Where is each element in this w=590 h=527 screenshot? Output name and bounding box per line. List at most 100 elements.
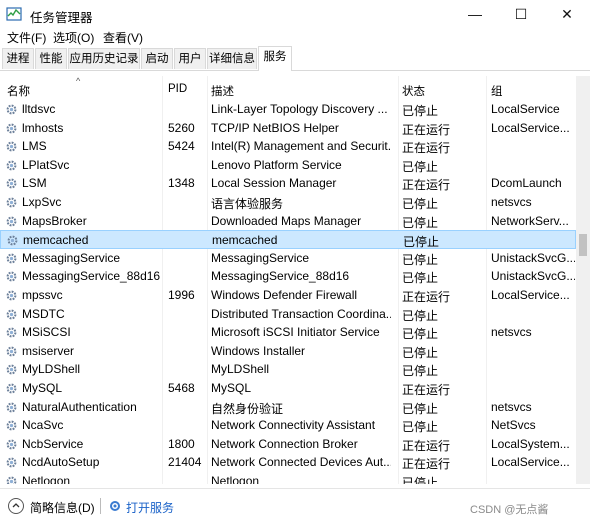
chevron-up-icon[interactable] bbox=[8, 498, 24, 514]
service-gear-icon bbox=[6, 104, 17, 115]
service-description: Intel(R) Management and Securit... bbox=[211, 139, 391, 154]
service-name: msiserver bbox=[22, 343, 75, 358]
service-name: NcaSvc bbox=[22, 418, 64, 433]
service-group: netsvcs bbox=[491, 195, 532, 209]
table-row[interactable]: Netlogon Netlogon 已停止 bbox=[0, 472, 576, 484]
close-button[interactable]: ✕ bbox=[544, 0, 590, 28]
service-gear-icon bbox=[6, 123, 17, 134]
window-title: 任务管理器 bbox=[30, 11, 93, 25]
service-status: 正在运行 bbox=[402, 141, 451, 156]
service-name: LMS bbox=[22, 139, 47, 154]
column-header-pid[interactable]: PID bbox=[168, 83, 187, 95]
services-table: ^ 名称 PID 描述 状态 组 lltdsvc Link-Layer Topol… bbox=[0, 76, 590, 484]
menu-view[interactable]: 查看(V) bbox=[103, 29, 143, 46]
table-row[interactable]: NcaSvc Network Connectivity Assistant 已停止 N… bbox=[0, 416, 576, 435]
service-gear-icon bbox=[6, 141, 17, 152]
service-status: 已停止 bbox=[402, 420, 439, 435]
table-row[interactable]: NaturalAuthentication 自然身份验证 已停止 netsvcs bbox=[0, 398, 576, 417]
service-description: Windows Installer bbox=[211, 343, 306, 358]
minimize-button[interactable]: — bbox=[452, 0, 498, 28]
service-gear-icon bbox=[7, 235, 18, 246]
table-row[interactable]: lmhosts 5260 TCP/IP NetBIOS Helper 正在运行 Loca… bbox=[0, 119, 576, 138]
service-status: 已停止 bbox=[402, 327, 439, 342]
service-gear-icon bbox=[6, 439, 17, 450]
service-name: lmhosts bbox=[22, 120, 64, 135]
menu-file[interactable]: 文件(F) bbox=[7, 29, 46, 46]
service-name: MyLDShell bbox=[22, 362, 81, 377]
service-gear-icon bbox=[6, 327, 17, 338]
table-row[interactable]: NcbService 1800 Network Connection Broker 正… bbox=[0, 435, 576, 454]
service-status: 已停止 bbox=[403, 235, 440, 250]
brief-info-link[interactable]: 简略信息(D) bbox=[30, 499, 95, 516]
service-gear-icon bbox=[6, 476, 17, 484]
service-status: 已停止 bbox=[402, 345, 439, 360]
service-group: NetSvcs bbox=[491, 418, 536, 433]
vertical-scrollbar[interactable] bbox=[576, 76, 590, 484]
service-gear-icon bbox=[6, 383, 17, 394]
tab-app-history[interactable]: 应用历史记录 bbox=[68, 48, 140, 69]
column-header-group[interactable]: 组 bbox=[491, 83, 503, 99]
tab-processes[interactable]: 进程 bbox=[2, 48, 34, 69]
service-gear-icon bbox=[6, 309, 17, 320]
service-gear-icon bbox=[6, 160, 17, 171]
service-status: 已停止 bbox=[402, 159, 439, 174]
table-row[interactable]: memcached memcached 已停止 bbox=[0, 230, 576, 249]
services-gear-icon bbox=[110, 501, 120, 511]
menu-options[interactable]: 选项(O) bbox=[53, 29, 94, 46]
service-status: 已停止 bbox=[402, 215, 439, 230]
tab-startup[interactable]: 启动 bbox=[141, 48, 173, 69]
table-row[interactable]: MyLDShell MyLDShell 已停止 bbox=[0, 360, 576, 379]
tab-details[interactable]: 详细信息 bbox=[207, 48, 257, 69]
service-status: 已停止 bbox=[402, 252, 439, 267]
service-status: 已停止 bbox=[402, 364, 439, 379]
table-row[interactable]: LPlatSvc Lenovo Platform Service 已停止 bbox=[0, 156, 576, 175]
service-status: 已停止 bbox=[402, 197, 439, 211]
table-row[interactable]: msiserver Windows Installer 已停止 bbox=[0, 342, 576, 361]
service-name: MapsBroker bbox=[22, 213, 87, 228]
service-name: MSiSCSI bbox=[22, 325, 71, 340]
table-row[interactable]: mpssvc 1996 Windows Defender Firewall 正在运行 L… bbox=[0, 286, 576, 305]
service-name: NcdAutoSetup bbox=[22, 455, 100, 470]
table-row[interactable]: MySQL 5468 MySQL 正在运行 bbox=[0, 379, 576, 398]
table-row[interactable]: lltdsvc Link-Layer Topology Discovery ...… bbox=[0, 100, 576, 119]
column-header-name[interactable]: 名称 bbox=[7, 83, 30, 99]
tab-performance[interactable]: 性能 bbox=[35, 48, 67, 69]
table-row[interactable]: MessagingService MessagingService 已停止 Unist… bbox=[0, 249, 576, 268]
service-description: Network Connectivity Assistant bbox=[211, 418, 376, 433]
tab-users[interactable]: 用户 bbox=[174, 48, 206, 69]
service-description: Network Connection Broker bbox=[211, 436, 358, 451]
column-header-description[interactable]: 描述 bbox=[211, 83, 234, 99]
footer-divider bbox=[100, 498, 101, 514]
table-row[interactable]: MessagingService_88d16 MessagingService_8… bbox=[0, 267, 576, 286]
table-row[interactable]: MSiSCSI Microsoft iSCSI Initiator Service… bbox=[0, 323, 576, 342]
service-status: 正在运行 bbox=[402, 290, 451, 304]
service-description: Netlogon bbox=[211, 474, 260, 484]
service-gear-icon bbox=[6, 253, 17, 264]
table-row[interactable]: LMS 5424 Intel(R) Management and Securit..… bbox=[0, 137, 576, 156]
service-description: MessagingService_88d16 bbox=[211, 269, 350, 284]
service-pid: 1800 bbox=[168, 436, 195, 451]
service-pid: 1996 bbox=[168, 288, 195, 302]
maximize-button[interactable]: ☐ bbox=[498, 0, 544, 28]
column-header-status[interactable]: 状态 bbox=[402, 83, 425, 99]
table-row[interactable]: LSM 1348 Local Session Manager 正在运行 DcomLaun… bbox=[0, 174, 576, 193]
service-description: Network Connected Devices Aut... bbox=[211, 455, 391, 470]
service-status: 已停止 bbox=[402, 476, 439, 484]
table-row[interactable]: MSDTC Distributed Transaction Coordina...… bbox=[0, 305, 576, 324]
open-services-link[interactable]: 打开服务 bbox=[126, 499, 174, 516]
service-name: LPlatSvc bbox=[22, 157, 70, 172]
table-row[interactable]: NcdAutoSetup 21404 Network Connected Devic… bbox=[0, 453, 576, 472]
service-group: LocalSystem... bbox=[491, 436, 570, 451]
tab-services[interactable]: 服务 bbox=[258, 46, 292, 71]
watermark-text: CSDN @无点酱 bbox=[470, 504, 549, 516]
service-description: MessagingService bbox=[211, 250, 310, 265]
table-row[interactable]: LxpSvc 语言体验服务 已停止 netsvcs bbox=[0, 193, 576, 212]
service-status: 已停止 bbox=[402, 401, 439, 416]
table-row[interactable]: MapsBroker Downloaded Maps Manager 已停止 Netw… bbox=[0, 212, 576, 231]
service-description: Lenovo Platform Service bbox=[211, 157, 342, 172]
service-gear-icon bbox=[6, 271, 17, 282]
service-description: Downloaded Maps Manager bbox=[211, 213, 362, 228]
scrollbar-thumb[interactable] bbox=[579, 234, 587, 256]
service-status: 已停止 bbox=[402, 271, 439, 286]
service-description: Distributed Transaction Coordina... bbox=[211, 306, 391, 321]
